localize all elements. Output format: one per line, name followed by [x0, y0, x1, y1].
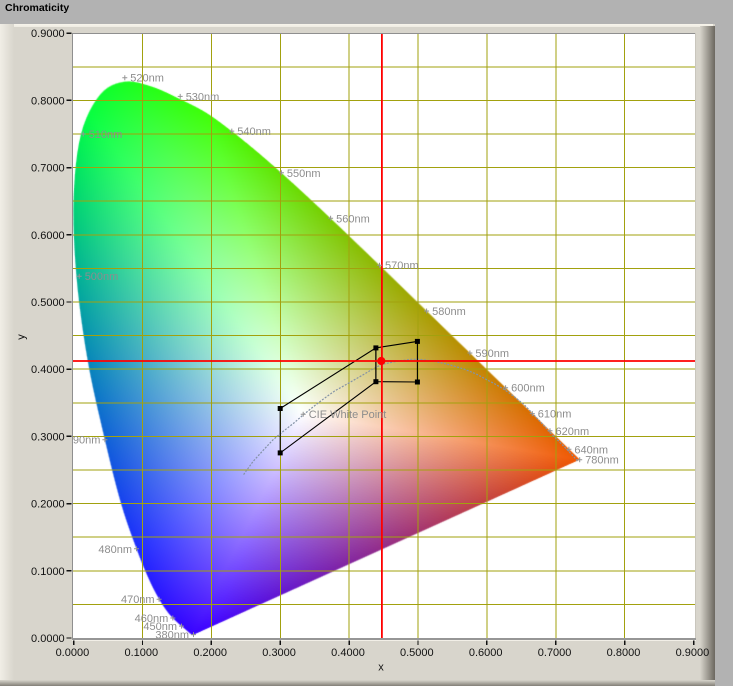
svg-text:0.0000: 0.0000 — [31, 633, 65, 645]
svg-text:590nm: 590nm — [475, 348, 509, 360]
svg-text:620nm: 620nm — [556, 426, 590, 438]
svg-text:0.4000: 0.4000 — [31, 364, 65, 376]
svg-text:0.6000: 0.6000 — [469, 647, 503, 659]
svg-text:0.2000: 0.2000 — [193, 647, 227, 659]
svg-text:CIE White Point: CIE White Point — [309, 409, 387, 421]
svg-text:0.7000: 0.7000 — [31, 163, 65, 175]
svg-text:0.0000: 0.0000 — [56, 647, 90, 659]
svg-text:490nm: 490nm — [67, 435, 101, 447]
svg-text:570nm: 570nm — [385, 260, 419, 272]
svg-text:480nm: 480nm — [98, 544, 132, 556]
svg-text:500nm: 500nm — [85, 271, 119, 283]
svg-text:0.3000: 0.3000 — [31, 431, 65, 443]
svg-text:610nm: 610nm — [538, 409, 572, 421]
svg-text:540nm: 540nm — [237, 126, 271, 138]
svg-text:470nm: 470nm — [121, 594, 155, 606]
svg-text:0.6000: 0.6000 — [31, 230, 65, 242]
svg-text:0.2000: 0.2000 — [31, 499, 65, 511]
svg-text:0.7000: 0.7000 — [538, 647, 572, 659]
svg-text:380nm: 380nm — [155, 630, 189, 642]
svg-text:0.9000: 0.9000 — [676, 647, 710, 659]
svg-text:y: y — [16, 334, 28, 340]
svg-text:600nm: 600nm — [511, 383, 545, 395]
svg-text:560nm: 560nm — [336, 213, 370, 225]
svg-text:0.9000: 0.9000 — [31, 28, 65, 40]
svg-text:0.1000: 0.1000 — [124, 647, 158, 659]
svg-text:0.1000: 0.1000 — [31, 566, 65, 578]
svg-text:0.4000: 0.4000 — [331, 647, 365, 659]
svg-text:x: x — [378, 662, 384, 674]
svg-text:0.3000: 0.3000 — [262, 647, 296, 659]
svg-text:0.5000: 0.5000 — [400, 647, 434, 659]
svg-text:0.8000: 0.8000 — [607, 647, 641, 659]
svg-text:550nm: 550nm — [287, 168, 321, 180]
svg-text:580nm: 580nm — [432, 306, 466, 318]
svg-text:520nm: 520nm — [130, 73, 164, 85]
svg-text:530nm: 530nm — [186, 91, 220, 103]
svg-text:0.5000: 0.5000 — [31, 297, 65, 309]
svg-text:0.8000: 0.8000 — [31, 95, 65, 107]
svg-text:780nm: 780nm — [585, 455, 619, 467]
svg-text:510nm: 510nm — [89, 129, 123, 141]
